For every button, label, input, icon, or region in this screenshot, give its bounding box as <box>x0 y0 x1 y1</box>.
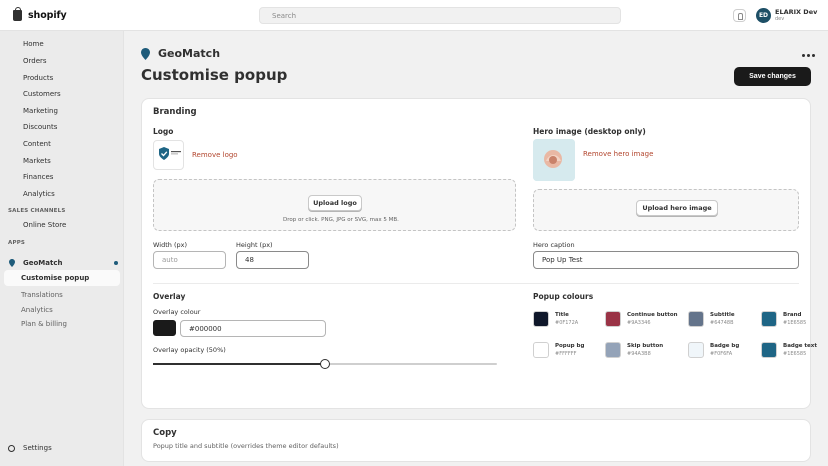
brand-name: shopify <box>28 10 67 21</box>
swatch-title-hex: #0F172A <box>555 320 579 326</box>
hero-caption-label: Hero caption <box>533 241 575 249</box>
swatch-subtitle-hex: #64748B <box>710 320 734 326</box>
map-pin-icon <box>141 47 150 60</box>
search-placeholder: Search <box>272 12 297 20</box>
top-bar: shopify Search ED ELARIX Dev dev <box>0 0 828 31</box>
swatch-skip-button[interactable] <box>605 342 621 358</box>
remove-logo-link[interactable]: Remove logo <box>192 151 238 159</box>
swatch-badge-bg-hex: #F0F6FA <box>710 351 733 357</box>
logo-upload-hint: Drop or click. PNG, JPG or SVG, max 5 MB… <box>283 217 399 223</box>
shopify-bag-icon <box>13 7 22 21</box>
app-active-dot <box>114 261 118 265</box>
sidebar-item-geomatch[interactable]: GeoMatch <box>8 257 120 269</box>
notification-bell-icon[interactable] <box>733 9 746 22</box>
overlay-opacity-slider[interactable] <box>153 359 497 369</box>
swatch-skip-button-name: Skip button <box>627 343 664 349</box>
more-actions-icon[interactable] <box>802 52 816 58</box>
hero-image-heading: Hero image (desktop only) <box>533 127 646 136</box>
logo-heading: Logo <box>153 127 174 136</box>
sidebar-item-customers[interactable]: Customers <box>23 90 61 98</box>
avatar[interactable]: ED <box>756 8 771 23</box>
settings-label: Settings <box>23 444 52 452</box>
swatch-skip-button-hex: #94A3B8 <box>627 351 651 357</box>
upload-hero-image-button[interactable]: Upload hero image <box>636 200 718 216</box>
page-title: Customise popup <box>141 66 288 84</box>
copy-title: Copy <box>153 428 177 438</box>
app-name: GeoMatch <box>23 259 63 267</box>
logo-preview <box>153 140 184 170</box>
swatch-brand-hex: #1E6585 <box>783 320 807 326</box>
shield-check-icon <box>159 147 181 160</box>
overlay-opacity-label: Overlay opacity (50%) <box>153 346 226 354</box>
gear-icon <box>8 444 15 452</box>
apps-heading: APPS <box>8 240 26 246</box>
user-name[interactable]: ELARIX Dev <box>775 8 817 16</box>
sidebar-item-marketing[interactable]: Marketing <box>23 107 58 115</box>
slider-thumb[interactable] <box>320 359 330 369</box>
sidebar-item-products[interactable]: Products <box>23 74 53 82</box>
overlay-colour-swatch[interactable] <box>153 320 176 336</box>
sidebar-item-home[interactable]: Home <box>23 40 44 48</box>
swatch-popup-bg-hex: #FFFFFF <box>555 351 577 357</box>
swatch-popup-bg[interactable] <box>533 342 549 358</box>
swatch-badge-text-hex: #1E6585 <box>783 351 807 357</box>
copy-subtitle: Popup title and subtitle (overrides them… <box>153 442 339 450</box>
swatch-brand-name: Brand <box>783 312 802 318</box>
swatch-badge-bg-name: Badge bg <box>710 343 740 349</box>
overlay-heading: Overlay <box>153 292 186 301</box>
sidebar-item-online-store[interactable]: Online Store <box>23 221 66 229</box>
slider-fill <box>153 363 325 365</box>
swatch-continue-button-hex: #9A3346 <box>627 320 651 326</box>
swatch-popup-bg-name: Popup bg <box>555 343 585 349</box>
overlay-colour-label: Overlay colour <box>153 308 201 316</box>
swatch-title[interactable] <box>533 311 549 327</box>
width-label: Width (px) <box>153 241 187 249</box>
hero-image-thumbnail <box>533 139 575 181</box>
swatch-continue-button-name: Continue button <box>627 312 678 318</box>
remove-hero-image-link[interactable]: Remove hero image <box>583 150 653 158</box>
upload-logo-button[interactable]: Upload logo <box>308 195 362 211</box>
sidebar-item-orders[interactable]: Orders <box>23 57 47 65</box>
section-divider <box>153 283 799 284</box>
swatch-continue-button[interactable] <box>605 311 621 327</box>
overlay-colour-input[interactable]: #000000 <box>180 320 326 337</box>
height-label: Height (px) <box>236 241 273 249</box>
swatch-title-name: Title <box>555 312 569 318</box>
sidebar-item-analytics[interactable]: Analytics <box>23 190 55 198</box>
swatch-subtitle-name: Subtitle <box>710 312 735 318</box>
sidebar-item-app-analytics[interactable]: Analytics <box>21 306 53 314</box>
logo-height-input[interactable]: 48 <box>236 251 309 269</box>
search-input[interactable]: Search <box>259 7 621 24</box>
shopify-logo[interactable]: shopify <box>13 7 67 21</box>
map-pin-icon <box>9 259 15 267</box>
branding-title: Branding <box>153 107 197 117</box>
swatch-badge-bg[interactable] <box>688 342 704 358</box>
save-button[interactable]: Save changes <box>734 67 811 86</box>
swatch-subtitle[interactable] <box>688 311 704 327</box>
sidebar-item-settings[interactable]: Settings <box>8 444 52 452</box>
sidebar-item-content[interactable]: Content <box>23 140 51 148</box>
sidebar-item-translations[interactable]: Translations <box>21 291 63 299</box>
sidebar: Home Orders Products Customers Marketing… <box>0 31 124 466</box>
swatch-badge-text-name: Badge text <box>783 343 817 349</box>
popup-colours-heading: Popup colours <box>533 292 594 301</box>
sidebar-item-customise-popup-label: Customise popup <box>21 274 90 282</box>
copy-card <box>141 419 811 462</box>
logo-width-input[interactable]: auto <box>153 251 226 269</box>
user-role: dev <box>775 16 785 22</box>
sidebar-item-discounts[interactable]: Discounts <box>23 123 57 131</box>
hero-image-preview <box>533 139 575 181</box>
sidebar-item-plan-billing[interactable]: Plan & billing <box>21 320 67 328</box>
hero-caption-input[interactable]: Pop Up Test <box>533 251 799 269</box>
sidebar-item-markets[interactable]: Markets <box>23 157 51 165</box>
swatch-brand[interactable] <box>761 311 777 327</box>
app-header: GeoMatch <box>141 47 220 60</box>
app-header-name: GeoMatch <box>158 47 221 60</box>
sidebar-item-finances[interactable]: Finances <box>23 173 53 181</box>
sales-channels-heading: SALES CHANNELS <box>8 208 66 214</box>
swatch-badge-text[interactable] <box>761 342 777 358</box>
